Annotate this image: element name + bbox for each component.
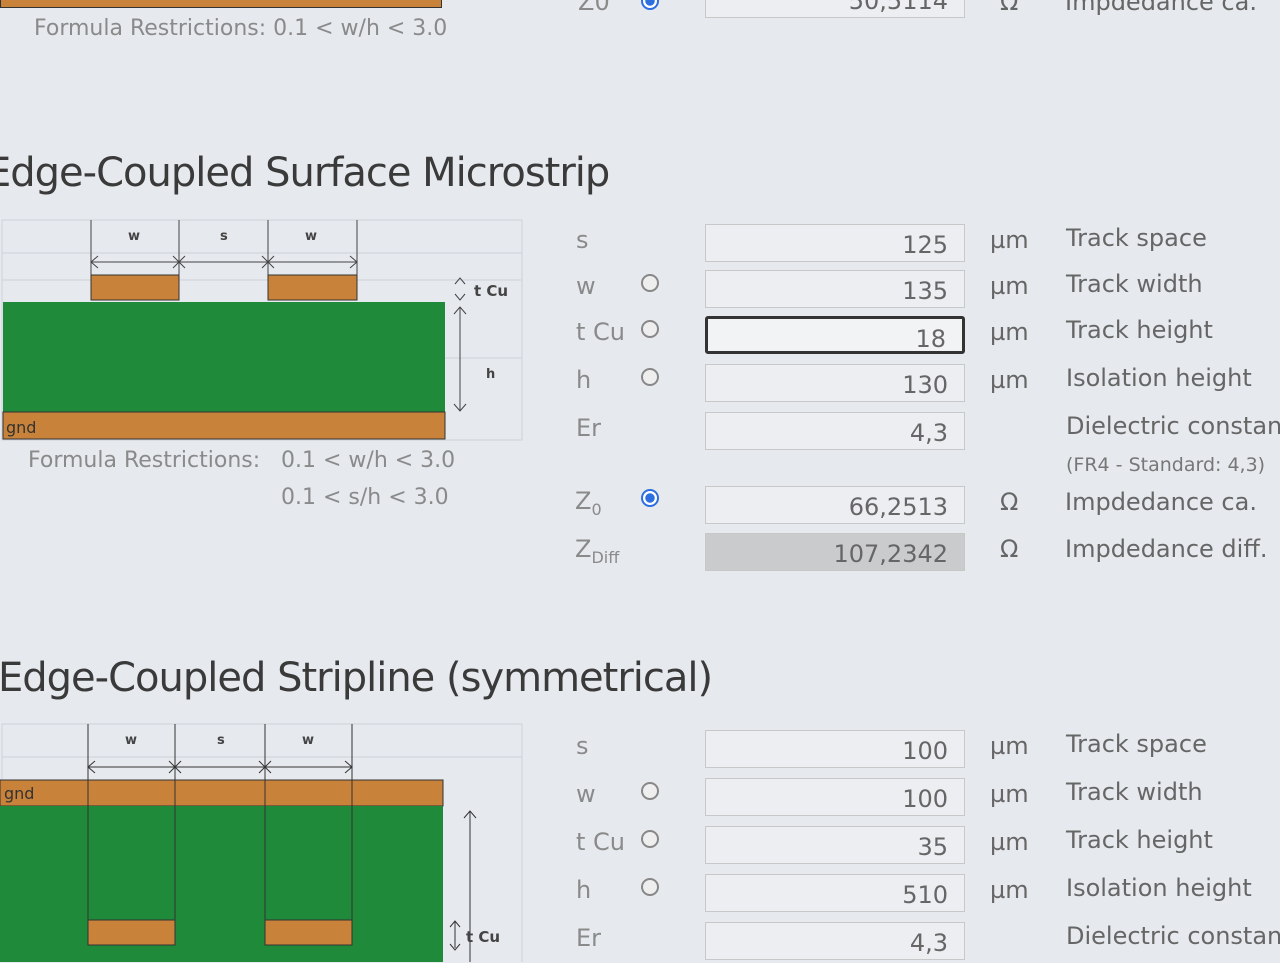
stripline-diagram: w s w t Cu gnd	[0, 723, 523, 962]
param-symbol: Er	[576, 414, 602, 442]
dielectric	[0, 806, 443, 962]
z0-radio[interactable]	[641, 0, 659, 10]
param-unit: µm	[990, 876, 1029, 904]
desc: Impdedance ca.	[1065, 0, 1257, 16]
z0-desc: Impdedance ca.	[1065, 488, 1257, 516]
param-unit: µm	[990, 828, 1029, 856]
param-symbol: w	[576, 780, 596, 808]
unit: Ω	[1000, 0, 1019, 16]
z0-unit: Ω	[1000, 488, 1019, 516]
zdiff-symbol: ZDiff	[575, 535, 620, 567]
restriction-label: Formula Restrictions:	[28, 448, 261, 473]
param-symbol: h	[576, 876, 592, 904]
label-h: h	[486, 367, 495, 382]
label-w: w	[128, 229, 140, 244]
param-input[interactable]: 125	[705, 224, 965, 262]
label-tcu: t Cu	[466, 928, 500, 946]
label-s: s	[220, 229, 228, 244]
zdiff-desc: Impdedance diff.	[1065, 535, 1268, 563]
param-desc: Track width	[1066, 270, 1203, 298]
param-input[interactable]: 35	[705, 826, 965, 864]
param-unit: µm	[990, 366, 1029, 394]
trace-2	[264, 919, 353, 946]
solve-for-radio[interactable]	[641, 782, 659, 800]
label-gnd: gnd	[6, 418, 36, 437]
param-desc: Track height	[1066, 316, 1213, 344]
param-desc: Track width	[1066, 778, 1203, 806]
param-unit: µm	[990, 272, 1029, 300]
label-w: w	[305, 229, 317, 244]
param-unit: µm	[990, 732, 1029, 760]
solve-for-radio[interactable]	[641, 368, 659, 386]
zdiff-unit: Ω	[1000, 535, 1019, 563]
param-input[interactable]: 100	[705, 778, 965, 816]
param-desc: Track space	[1066, 730, 1207, 758]
restriction-1: 0.1 < w/h < 3.0	[281, 448, 456, 473]
solve-for-radio[interactable]	[641, 320, 659, 338]
section-title-stripline: Edge-Coupled Stripline (symmetrical)	[0, 655, 713, 701]
zdiff-field: 107,2342	[705, 533, 965, 571]
formula-restriction: Formula Restrictions: 0.1 < w/h < 3.0	[34, 16, 448, 41]
param-desc: Track space	[1066, 224, 1207, 252]
param-input[interactable]: 4,3	[705, 922, 965, 960]
param-input[interactable]: 18	[705, 316, 965, 354]
gnd-plane	[2, 411, 446, 440]
fr4-note: (FR4 - Standard: 4,3)	[1066, 454, 1266, 476]
solve-for-radio[interactable]	[641, 274, 659, 292]
param-desc: Isolation height	[1066, 874, 1252, 902]
z0-field[interactable]: 66,2513	[705, 486, 965, 524]
label-s: s	[217, 733, 225, 748]
param-symbol: t Cu	[576, 318, 626, 346]
z0-radio[interactable]	[641, 489, 659, 507]
param-input[interactable]: 100	[705, 730, 965, 768]
param-unit: µm	[990, 318, 1029, 346]
label-w: w	[302, 733, 314, 748]
param-input[interactable]: 130	[705, 364, 965, 402]
param-desc: Dielectric constant	[1066, 412, 1280, 440]
param-input[interactable]: 510	[705, 874, 965, 912]
z0-field[interactable]: 50,5114	[705, 0, 965, 18]
param-symbol: Er	[576, 924, 602, 952]
trace-1	[87, 919, 176, 946]
restriction-2: 0.1 < s/h < 3.0	[281, 485, 449, 510]
microstrip-diagram: w s w t Cu h gnd	[1, 219, 523, 441]
z0-symbol: Z0	[578, 0, 610, 16]
param-desc: Isolation height	[1066, 364, 1252, 392]
solve-for-radio[interactable]	[641, 878, 659, 896]
solve-for-radio[interactable]	[641, 830, 659, 848]
label-tcu: t Cu	[474, 282, 508, 300]
param-input[interactable]: 4,3	[705, 412, 965, 450]
dielectric	[3, 302, 445, 412]
param-symbol: s	[576, 732, 589, 760]
param-unit: µm	[990, 780, 1029, 808]
label-gnd: gnd	[4, 784, 34, 803]
gnd-plane	[0, 779, 444, 807]
param-symbol: t Cu	[576, 828, 626, 856]
section-title-microstrip: Edge-Coupled Surface Microstrip	[0, 150, 610, 196]
param-symbol: s	[576, 226, 589, 254]
gnd-layer-partial	[0, 0, 442, 8]
param-unit: µm	[990, 226, 1029, 254]
label-w: w	[125, 733, 137, 748]
param-symbol: w	[576, 272, 596, 300]
z0-symbol: Z0	[575, 487, 602, 519]
param-symbol: h	[576, 366, 592, 394]
trace-1	[90, 274, 180, 301]
trace-2	[267, 274, 358, 301]
param-desc: Dielectric constant	[1066, 922, 1280, 950]
param-input[interactable]: 135	[705, 270, 965, 308]
param-desc: Track height	[1066, 826, 1213, 854]
